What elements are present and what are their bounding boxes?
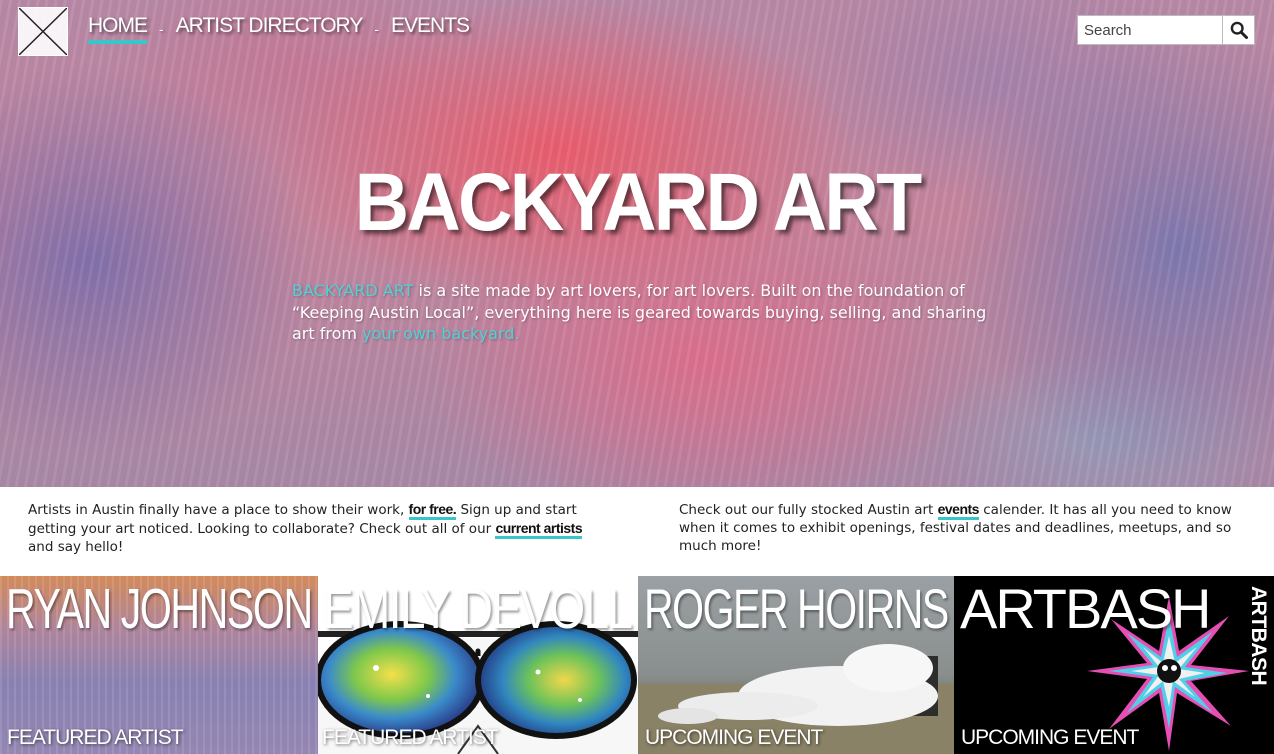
nav-separator: - bbox=[374, 21, 380, 37]
card-tag: FEATURED ARTIST bbox=[322, 726, 499, 749]
card-title: RYAN JOHNSON bbox=[6, 577, 313, 641]
nav-events[interactable]: EVENTS bbox=[391, 14, 470, 44]
hero-banner: HOME - ARTIST DIRECTORY - EVENTS BACKYAR… bbox=[0, 0, 1274, 487]
featured-cards: RYAN JOHNSON FEATURED ARTIST EMILY DEVOL… bbox=[0, 576, 1274, 754]
nav-separator: - bbox=[159, 21, 164, 37]
intro-brand-highlight: BACKYARD ART bbox=[292, 281, 414, 300]
card-artbash[interactable]: ARTBASH ARTBASH UPCOMING EVENT bbox=[954, 576, 1274, 754]
search-input[interactable] bbox=[1077, 15, 1223, 45]
card-title: ARTBASH bbox=[960, 577, 1211, 640]
search-button[interactable] bbox=[1223, 15, 1255, 45]
card-tag: FEATURED ARTIST bbox=[7, 726, 184, 749]
card-tag: UPCOMING EVENT bbox=[645, 726, 823, 749]
current-artists-link[interactable]: current artists bbox=[495, 520, 583, 539]
intro-backyard-link[interactable]: your own backyard. bbox=[362, 324, 519, 343]
logo-placeholder-icon bbox=[19, 8, 67, 55]
artbash-logo-text: ARTBASH bbox=[1247, 586, 1270, 686]
info-events-text: Check out our fully stocked Austin art e… bbox=[679, 500, 1251, 555]
info-text: Check out our fully stocked Austin art bbox=[679, 502, 938, 518]
card-title: EMILY DEVOLL bbox=[323, 577, 633, 640]
hero-intro: BACKYARD ART is a site made by art lover… bbox=[292, 280, 992, 345]
card-ryan-johnson[interactable]: RYAN JOHNSON FEATURED ARTIST bbox=[0, 576, 318, 754]
card-roger-hoirns[interactable]: ROGER HOIRNS UPCOMING EVENT bbox=[638, 576, 954, 754]
main-nav: HOME - ARTIST DIRECTORY - EVENTS bbox=[88, 14, 470, 44]
nav-home[interactable]: HOME bbox=[88, 14, 148, 44]
events-link[interactable]: events bbox=[937, 501, 979, 520]
card-title: ROGER HOIRNS bbox=[644, 577, 949, 640]
info-text: Artists in Austin finally have a place t… bbox=[28, 502, 409, 518]
for-free-link[interactable]: for free. bbox=[408, 501, 457, 520]
info-text: and say hello! bbox=[28, 539, 124, 555]
card-tag: UPCOMING EVENT bbox=[961, 726, 1139, 749]
site-logo[interactable] bbox=[18, 7, 68, 56]
nav-artist-directory[interactable]: ARTIST DIRECTORY bbox=[176, 14, 364, 44]
info-artists-text: Artists in Austin finally have a place t… bbox=[28, 500, 608, 556]
search-icon bbox=[1230, 21, 1248, 39]
info-section: Artists in Austin finally have a place t… bbox=[0, 487, 1274, 576]
search-bar bbox=[1077, 15, 1255, 45]
card-emily-devoll[interactable]: EMILY DEVOLL FEATURED ARTIST bbox=[318, 576, 638, 754]
hero-title: BACKYARD ART bbox=[354, 157, 923, 248]
